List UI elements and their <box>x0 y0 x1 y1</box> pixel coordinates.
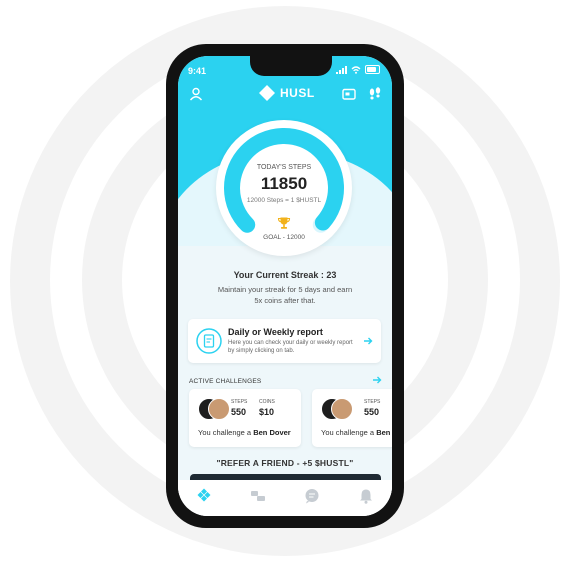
challenge-card[interactable]: STEPS 550 You challenge a Ben Dover <box>312 389 392 447</box>
report-icon <box>196 328 222 354</box>
wifi-icon <box>351 65 361 74</box>
avatar-group <box>321 398 353 420</box>
coins-stat: COINS $10 <box>259 399 275 417</box>
chat-tab-icon[interactable] <box>304 488 320 504</box>
challenges-tab-icon[interactable] <box>250 488 266 504</box>
coins-stat-label: COINS <box>259 399 275 405</box>
steps-stat: STEPS 550 <box>231 399 247 417</box>
active-challenges-title: ACTIVE CHALLENGES <box>189 378 262 385</box>
streak-title: Your Current Streak : 23 <box>233 270 337 280</box>
challenge-text: You challenge a Ben Dover <box>198 428 291 437</box>
report-card[interactable]: Daily or Weekly report Here you can chec… <box>188 319 381 363</box>
challenge-card[interactable]: STEPS 550 COINS $10 You challenge a Ben … <box>189 389 301 447</box>
challenge-opponent: Ben Dover <box>253 428 291 437</box>
steps-goal: GOAL - 12000 <box>263 234 305 241</box>
steps-gauge: TODAY'S STEPS 11850 12000 Steps = 1 $HUS… <box>216 120 352 256</box>
steps-conversion: 12000 Steps = 1 $HUSTL <box>246 197 322 204</box>
footsteps-icon[interactable] <box>368 87 382 101</box>
avatar <box>331 398 353 420</box>
steps-label: TODAY'S STEPS <box>256 164 312 171</box>
wallet-icon[interactable] <box>342 87 356 101</box>
status-icons <box>336 65 380 74</box>
steps-stat-value: 550 <box>364 407 380 417</box>
bell-tab-icon[interactable] <box>358 488 374 504</box>
arrow-right-icon[interactable] <box>372 375 382 385</box>
steps-stat-label: STEPS <box>231 399 248 405</box>
steps-stat-value: 550 <box>231 407 247 417</box>
avatar-group <box>198 398 230 420</box>
husl-logo-icon <box>259 85 275 101</box>
arrow-right-icon[interactable] <box>363 336 373 346</box>
home-tab-icon[interactable] <box>196 488 212 504</box>
phone-notch <box>250 56 332 76</box>
app-name: HUSL <box>280 86 315 100</box>
report-title: Daily or Weekly report <box>228 327 323 337</box>
steps-stat-label: STEPS <box>364 399 381 405</box>
phone-screen: 9:41 HUSL TODAY'S STEPS 11850 12000 Step… <box>178 56 392 516</box>
profile-icon[interactable] <box>189 87 203 101</box>
tab-bar <box>178 480 392 516</box>
status-time: 9:41 <box>188 66 207 76</box>
steps-value: 11850 <box>260 174 308 193</box>
steps-stat: STEPS 550 <box>364 399 380 417</box>
challenge-text-prefix: You challenge a <box>321 428 375 437</box>
challenge-text-prefix: You challenge a <box>198 428 252 437</box>
signal-icon <box>336 65 347 74</box>
coins-stat-value: $10 <box>259 407 275 417</box>
app-logo: HUSL <box>258 84 315 102</box>
battery-icon <box>365 65 380 74</box>
refer-friend-banner[interactable]: "REFER A FRIEND - +5 $HUSTL" <box>178 458 392 468</box>
challenge-text: You challenge a Ben Dover <box>321 428 392 437</box>
avatar <box>208 398 230 420</box>
streak-description: Maintain your streak for 5 days and earn… <box>217 285 353 305</box>
trophy-icon <box>277 217 291 229</box>
report-description: Here you can check your daily or weekly … <box>228 340 353 354</box>
challenge-opponent: Ben Dover <box>376 428 392 437</box>
